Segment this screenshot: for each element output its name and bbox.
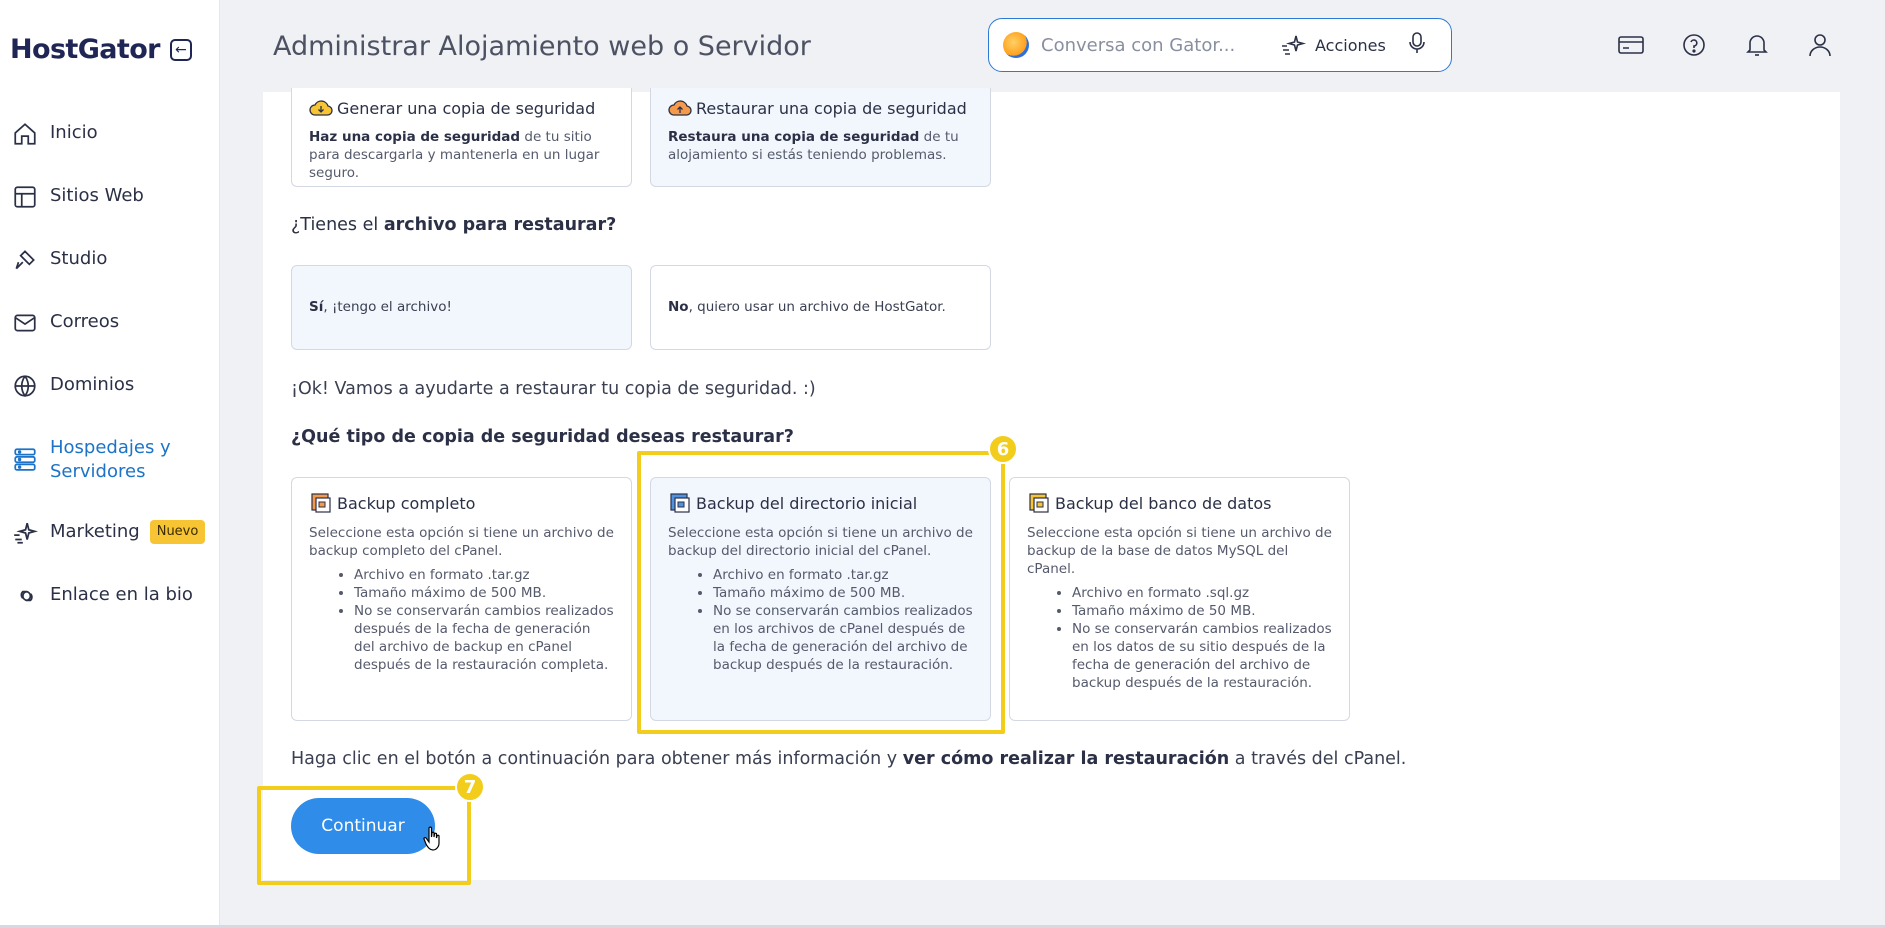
card-description: Seleccione esta opción si tiene un archi… [309,525,614,559]
collapse-sidebar-icon[interactable]: ← [169,38,192,61]
card-title: Generar una copia de seguridad [309,98,614,118]
actions-button[interactable]: Acciones [1281,34,1386,56]
home-icon [12,121,38,147]
sidebar-item-label: Studio [50,248,108,269]
server-icon [12,446,38,472]
globe-icon [12,373,38,399]
archive-icon [311,493,331,513]
actions-label: Acciones [1315,35,1386,55]
hand-cursor-icon [423,826,440,851]
link-icon [12,583,38,609]
sidebar-item-label: Dominios [50,374,135,395]
backup-type-database[interactable]: Backup del banco de datos Seleccione est… [1009,477,1350,721]
sidebar-item-inicio[interactable]: Inicio [12,121,98,147]
header-icons [1583,30,1835,60]
cloud-download-icon [309,100,333,116]
microphone-icon[interactable] [1408,31,1426,59]
top-header: Administrar Alojamiento web o Servidor C… [220,0,1885,92]
sidebar-item-hospedajes[interactable]: Hospedajes y Servidores [12,436,171,484]
card-description: Restaura una copia de seguridad de tu al… [668,129,959,163]
backup-type-question: ¿Qué tipo de copia de seguridad deseas r… [291,427,794,447]
card-title: Backup completo [309,492,614,514]
new-badge: Nuevo [149,520,206,544]
file-question: ¿Tienes el archivo para restaurar? [291,215,617,235]
user-icon[interactable] [1805,30,1835,60]
step-badge-6: 6 [988,434,1018,464]
sidebar-item-dominios[interactable]: Dominios [12,373,134,399]
sidebar-item-enlace-bio[interactable]: Enlace en la bio [12,583,193,609]
sidebar-item-label-line1: Hospedajes y [50,437,171,458]
restore-backup-card[interactable]: Restaurar una copia de seguridad Restaur… [650,88,991,187]
ok-message: ¡Ok! Vamos a ayudarte a restaurar tu cop… [291,379,816,399]
sidebar-item-studio[interactable]: Studio [12,247,107,273]
layout-icon [12,184,38,210]
card-description: Seleccione esta opción si tiene un archi… [1027,525,1332,577]
card-description: Haz una copia de seguridad de tu sitio p… [309,129,600,181]
sidebar-item-label: Sitios Web [50,185,144,206]
card-bullets: Archivo en formato .sql.gz Tamaño máximo… [1027,584,1332,692]
sidebar-item-label: Marketing [50,521,140,542]
bell-icon[interactable] [1742,30,1772,60]
instructions-text: Haga clic en el botón a continuación par… [291,749,1407,769]
cloud-upload-icon [668,100,692,116]
sidebar: HostGator ← Inicio Sitios Web Studio Cor… [0,0,220,928]
archive-icon [1029,493,1049,513]
sidebar-item-correos[interactable]: Correos [12,310,119,336]
mail-icon [12,310,38,336]
card-title: Restaurar una copia de seguridad [668,98,973,118]
option-yes-file[interactable]: Sí, ¡tengo el archivo! [291,265,632,350]
brush-icon [12,247,38,273]
continue-button[interactable]: Continuar [291,798,435,854]
backup-type-complete[interactable]: Backup completo Seleccione esta opción s… [291,477,632,721]
sidebar-item-sitios-web[interactable]: Sitios Web [12,184,144,210]
page-title: Administrar Alojamiento web o Servidor [273,31,811,62]
hostgator-logo[interactable]: HostGator [10,34,160,65]
chat-input[interactable]: Conversa con Gator... [1041,35,1269,56]
sparkle-icon [1282,35,1307,55]
help-icon[interactable] [1679,30,1709,60]
sidebar-item-label: Correos [50,311,120,332]
generate-backup-card[interactable]: Generar una copia de seguridad Haz una c… [291,88,632,187]
card-title: Backup del banco de datos [1027,492,1332,514]
sidebar-item-label-line2: Servidores [50,461,146,482]
sidebar-item-marketing[interactable]: Marketing Nuevo [12,520,206,546]
option-no-file[interactable]: No, quiero usar un archivo de HostGator. [650,265,991,350]
sidebar-item-label: Enlace en la bio [50,584,193,605]
step-badge-7: 7 [455,772,485,802]
sidebar-item-label: Hospedajes y Servidores [50,436,171,484]
logo-row: HostGator ← [10,34,192,65]
gator-avatar-icon [1003,32,1029,58]
sidebar-item-label: Inicio [50,122,98,143]
step-highlight-6 [637,451,1005,734]
card-bullets: Archivo en formato .tar.gz Tamaño máximo… [309,566,614,674]
credit-card-icon[interactable] [1616,30,1646,60]
sparkle-icon [12,520,39,546]
gator-chat-box[interactable]: Conversa con Gator... Acciones [988,18,1452,72]
